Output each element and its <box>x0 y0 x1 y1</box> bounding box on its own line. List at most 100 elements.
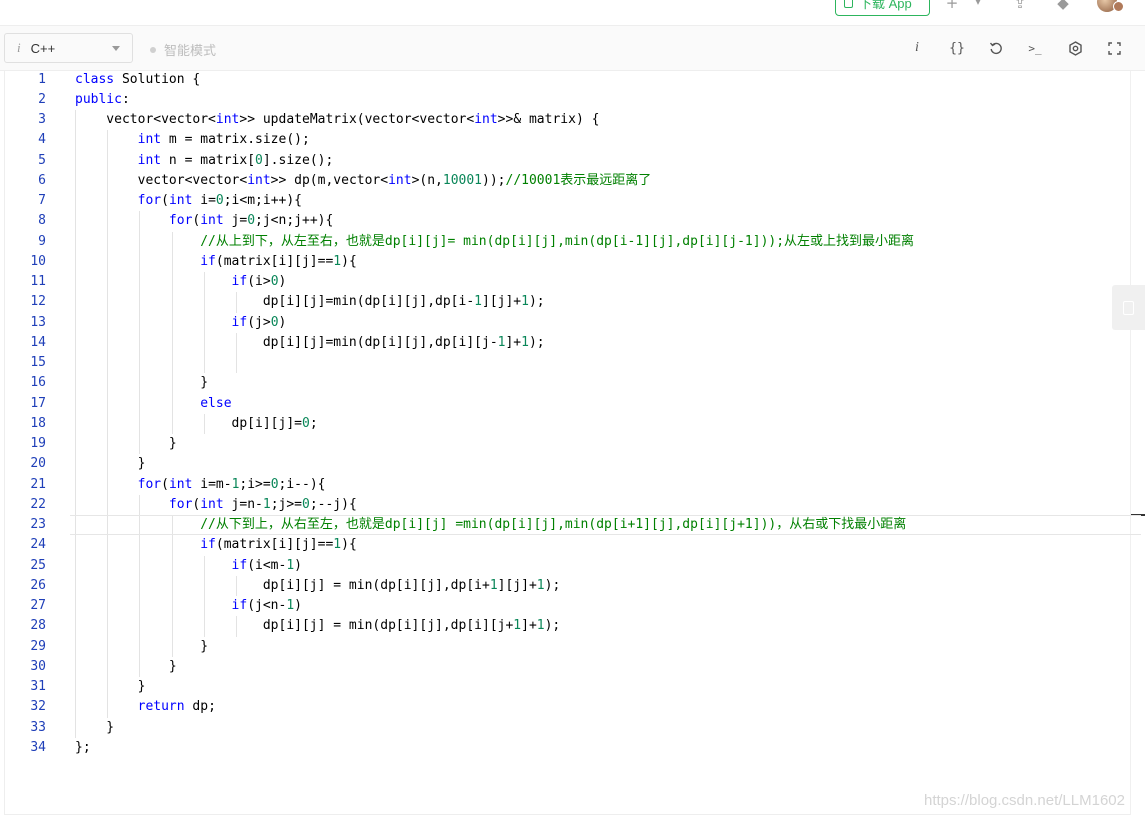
line-number: 10 <box>30 253 46 269</box>
code-line[interactable]: if(matrix[i][j]==1){ <box>75 252 357 272</box>
code-line[interactable]: else <box>75 394 231 414</box>
code-token: )); <box>482 172 506 188</box>
indent-guide <box>75 110 76 738</box>
console-button[interactable]: >_ <box>1024 37 1046 59</box>
number-token: 1 <box>333 537 342 553</box>
code-token: >>& matrix) { <box>497 112 600 127</box>
code-line[interactable]: vector<vector<int>> dp(m,vector<int>(n,1… <box>75 171 652 191</box>
code-line[interactable]: class Solution { <box>75 70 200 90</box>
code-line[interactable]: dp[i][j] = min(dp[i][j],dp[i][j+1]+1); <box>75 616 560 636</box>
keyword-token: int <box>137 152 162 168</box>
line-number: 26 <box>30 577 46 593</box>
number-token: 1 <box>286 598 295 613</box>
code-content[interactable]: class Solution {public: vector<vector<in… <box>75 71 1131 815</box>
format-code-button[interactable]: {} <box>946 37 968 59</box>
fullscreen-button[interactable] <box>1103 37 1125 59</box>
code-token: (i> <box>247 274 271 289</box>
code-line[interactable]: } <box>75 454 146 474</box>
code-line[interactable]: dp[i][j]=0; <box>75 414 318 434</box>
code-line[interactable]: //从上到下，从左至右，也就是dp[i][j]= min(dp[i][j],mi… <box>75 232 914 252</box>
code-line[interactable]: for(int j=0;j<n;j++){ <box>75 211 333 231</box>
language-select[interactable]: i C++ <box>4 33 133 63</box>
code-line[interactable]: if(matrix[i][j]==1){ <box>75 535 357 555</box>
code-line[interactable]: return dp; <box>75 697 216 717</box>
bell-icon[interactable]: ◆ <box>1053 0 1073 12</box>
code-line[interactable]: vector<vector<int>> updateMatrix(vector<… <box>75 110 599 130</box>
code-line[interactable]: } <box>75 718 114 738</box>
code-token: >> updateMatrix(vector<vector< <box>239 112 475 127</box>
side-panel-tab[interactable] <box>1112 285 1145 330</box>
code-line[interactable]: if(j<n-1) <box>75 596 302 616</box>
number-token: 0 <box>270 476 279 492</box>
line-number: 8 <box>38 213 46 229</box>
active-line-highlight <box>70 515 1141 535</box>
line-number: 33 <box>30 719 46 735</box>
code-line[interactable]: for(int i=m-1;i>=0;i--){ <box>75 475 326 495</box>
code-token: } <box>75 679 146 694</box>
code-token: ); <box>528 334 545 350</box>
download-app-button[interactable]: 下载 App <box>835 0 930 16</box>
line-number: 1 <box>38 71 46 87</box>
avatar-menu-icon[interactable] <box>1113 1 1124 12</box>
plus-icon[interactable]: + <box>942 0 962 12</box>
code-line[interactable]: public: <box>75 90 130 110</box>
comment-token: //10001表示最远距离了 <box>505 172 652 188</box>
share-icon[interactable]: ⇪ <box>1010 0 1030 12</box>
keyword-token: for <box>137 193 162 208</box>
code-line[interactable]: dp[i][j]=min(dp[i][j],dp[i][j-1]+1); <box>75 333 545 353</box>
code-token: ;--j){ <box>309 496 357 512</box>
code-line[interactable]: } <box>75 373 208 393</box>
line-number: 25 <box>30 557 46 573</box>
top-app-bar: 下载 App + ▾ ⇪ ◆ <box>0 0 1145 26</box>
code-token: j= <box>223 213 248 229</box>
line-number: 34 <box>30 739 46 755</box>
line-number: 27 <box>30 598 46 613</box>
code-token: i=m- <box>192 476 232 492</box>
code-line[interactable]: dp[i][j]=min(dp[i][j],dp[i-1][j]+1); <box>75 292 545 312</box>
code-line[interactable]: int m = matrix.size(); <box>75 130 310 150</box>
code-editor[interactable]: 1 2 3 4 5 6 7 8 9 10 11 12 13 14 15 16 17 18 19 20 21 22 23 24 2… <box>4 71 1130 815</box>
line-number: 7 <box>38 193 46 208</box>
code-token: vector<vector< <box>75 112 216 127</box>
code-token: ;i<m;i++){ <box>223 193 303 208</box>
code-line[interactable]: } <box>75 657 177 677</box>
keyword-token: int <box>200 213 224 229</box>
keyword-token: int <box>388 172 412 188</box>
smart-mode-toggle[interactable]: 智能模式 <box>150 40 216 59</box>
smart-mode-dot-icon <box>150 46 156 53</box>
line-number: 6 <box>38 172 46 188</box>
code-line[interactable]: } <box>75 677 146 697</box>
code-line[interactable]: for(int j=n-1;j>=0;--j){ <box>75 495 357 515</box>
vertical-scrollbar[interactable] <box>1130 71 1145 815</box>
keyword-token: for <box>137 476 162 492</box>
code-line[interactable]: if(i<m-1) <box>75 556 302 576</box>
code-line[interactable]: for(int i=0;i<m;i++){ <box>75 191 302 211</box>
code-line[interactable]: dp[i][j] = min(dp[i][j],dp[i+1][j]+1); <box>75 576 560 596</box>
line-number: 13 <box>30 314 46 330</box>
number-token: 1 <box>536 577 545 593</box>
line-number: 20 <box>30 456 46 472</box>
code-token: dp; <box>184 699 216 715</box>
info-icon: i <box>17 40 21 55</box>
code-line[interactable]: }; <box>75 738 91 758</box>
code-token: vector<vector< <box>75 172 248 188</box>
code-token: ){ <box>341 537 357 553</box>
code-line[interactable]: int n = matrix[0].size(); <box>75 151 334 171</box>
code-line[interactable]: } <box>75 637 208 657</box>
chevron-down-icon[interactable]: ▾ <box>968 0 988 12</box>
code-token: ){ <box>341 253 357 269</box>
line-number: 5 <box>38 152 46 168</box>
reset-code-button[interactable] <box>985 37 1007 59</box>
code-token: >> dp(m,vector< <box>270 172 389 188</box>
code-token: } <box>75 719 115 735</box>
code-line[interactable]: } <box>75 434 177 454</box>
number-token: 1 <box>333 253 342 269</box>
phone-icon <box>844 0 853 8</box>
code-token: Solution { <box>114 71 201 87</box>
settings-button[interactable] <box>1064 37 1086 59</box>
line-number: 22 <box>30 496 46 512</box>
info-button[interactable]: i <box>906 37 928 59</box>
